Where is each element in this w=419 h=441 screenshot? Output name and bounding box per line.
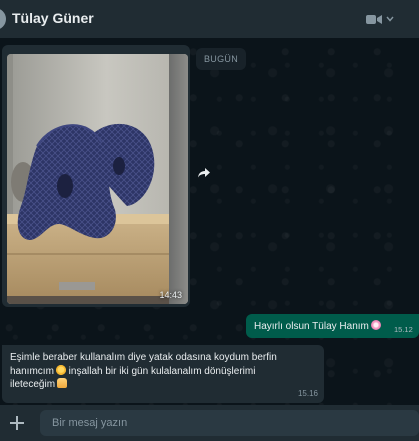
outgoing-message-body: Hayırlı olsun Tülay Hanım: [254, 321, 369, 332]
plus-icon: [8, 416, 26, 436]
forward-icon: [198, 165, 210, 183]
compose-bar: [0, 405, 419, 441]
date-divider: BUGÜN: [196, 48, 247, 70]
message-input[interactable]: [40, 410, 419, 436]
heart-eyes-emoji-icon: [55, 364, 66, 375]
incoming-line-3: ileteceğim: [10, 378, 310, 392]
incoming-line-2: hanımcım inşallah bir iki gün kulalanalı…: [10, 364, 310, 379]
incoming-message[interactable]: Eşimle beraber kullanalım diye yatak oda…: [2, 345, 324, 403]
chevron-down-icon: [386, 16, 394, 22]
message-input-box[interactable]: [40, 410, 419, 436]
cherry-blossom-emoji-icon: [370, 320, 381, 330]
forward-button[interactable]: [193, 163, 215, 185]
incoming-line-1: Eşimle beraber kullanalım diye yatak oda…: [10, 352, 277, 363]
incoming-message-text: Eşimle beraber kullanalım diye yatak oda…: [10, 351, 310, 392]
contact-name[interactable]: Tülay Güner: [12, 10, 94, 26]
praying-hands-emoji-icon: [57, 378, 68, 388]
chat-area[interactable]: BUGÜN 14:43 Hayırlı olsun Tülay Hanım 15…: [0, 38, 419, 405]
outgoing-message-time: 15.12: [394, 325, 413, 334]
outgoing-message-text: Hayırlı olsun Tülay Hanım: [254, 320, 381, 332]
incoming-line-2a: hanımcım: [10, 365, 54, 377]
chat-header: Tülay Güner: [0, 0, 419, 38]
video-camera-icon: [366, 14, 382, 25]
contact-avatar[interactable]: [0, 8, 6, 30]
video-call-button[interactable]: [366, 11, 404, 27]
image-message[interactable]: 14:43: [2, 45, 190, 307]
outgoing-message[interactable]: Hayırlı olsun Tülay Hanım 15.12: [246, 314, 419, 338]
attach-button[interactable]: [8, 414, 26, 432]
message-photo[interactable]: 14:43: [7, 54, 188, 304]
incoming-message-time: 15.16: [297, 389, 318, 398]
incoming-line-2b: inşallah bir iki gün kulalanalım dönüşle…: [65, 365, 256, 377]
incoming-line-3a: ileteceğim: [10, 379, 56, 390]
image-timestamp: 14:43: [159, 290, 182, 300]
